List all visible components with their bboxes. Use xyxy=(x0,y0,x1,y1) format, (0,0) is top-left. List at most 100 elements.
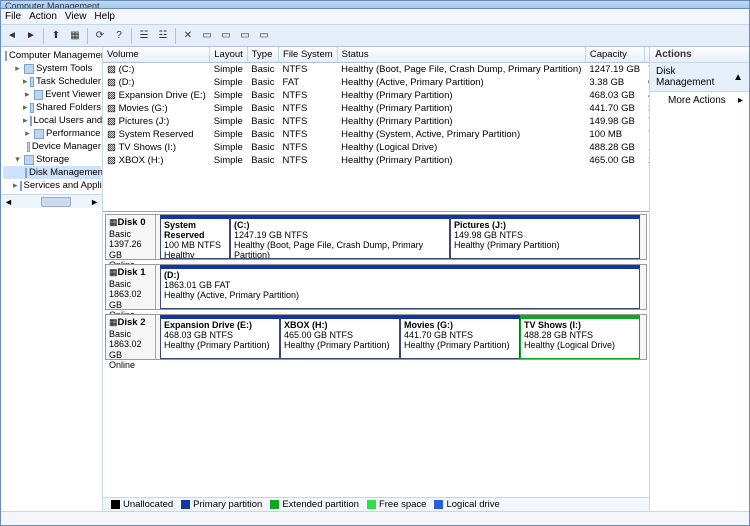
refresh-icon[interactable]: ⟳ xyxy=(91,27,109,45)
help-icon[interactable]: ? xyxy=(110,27,128,45)
tree-item[interactable]: ▸ Services and Applications xyxy=(3,179,101,192)
tree-item[interactable]: ▸Task Scheduler xyxy=(3,75,101,88)
expand-icon[interactable]: ▸ xyxy=(23,128,32,139)
legend-swatch xyxy=(434,500,443,509)
cell: Healthy (Primary Partition) xyxy=(337,89,585,102)
node-icon xyxy=(30,77,35,87)
legend-swatch xyxy=(367,500,376,509)
tree-item[interactable]: ▸Event Viewer xyxy=(3,88,101,101)
node-icon xyxy=(27,142,30,152)
table-row[interactable]: ▨ Movies (G:)SimpleBasicNTFSHealthy (Pri… xyxy=(103,102,649,115)
cell: ▨ Movies (G:) xyxy=(103,102,210,115)
column-header[interactable]: File System xyxy=(279,47,338,63)
column-header[interactable]: Layout xyxy=(210,47,248,63)
menu-help[interactable]: Help xyxy=(94,11,115,22)
cell: Healthy (Boot, Page File, Crash Dump, Pr… xyxy=(337,63,585,77)
disk-d-icon[interactable]: ▭ xyxy=(255,27,273,45)
expand-icon[interactable]: ▸ xyxy=(23,76,28,87)
tree-item[interactable]: ▸Local Users and Groups xyxy=(3,114,101,127)
collapse-icon[interactable]: ▲ xyxy=(733,72,743,83)
cell: 488.28 GB xyxy=(585,141,644,154)
tree-item[interactable]: Computer Management (Local) xyxy=(3,49,101,62)
cell: Basic xyxy=(247,128,278,141)
tree-item[interactable]: ▾Storage xyxy=(3,153,101,166)
menu-view[interactable]: View xyxy=(65,11,87,22)
partition[interactable]: XBOX (H:)465.00 GB NTFSHealthy (Primary … xyxy=(280,315,400,359)
legend-swatch xyxy=(270,500,279,509)
table-row[interactable]: ▨ Pictures (J:)SimpleBasicNTFSHealthy (P… xyxy=(103,115,649,128)
disk-row[interactable]: ▦Disk 1Basic1863.02 GBOnline(D:)1863.01 … xyxy=(105,264,647,310)
partition[interactable]: Pictures (J:)149.98 GB NTFSHealthy (Prim… xyxy=(450,215,640,259)
disk-row[interactable]: ▦Disk 0Basic1397.26 GBOnlineSystem Reser… xyxy=(105,214,647,260)
disk-icon: ▦ xyxy=(109,217,118,227)
table-row[interactable]: ▨ Expansion Drive (E:)SimpleBasicNTFSHea… xyxy=(103,89,649,102)
settings-icon[interactable]: ☳ xyxy=(154,27,172,45)
expand-icon[interactable]: ▾ xyxy=(13,154,22,165)
tree-item[interactable]: Disk Management xyxy=(3,166,101,179)
partition[interactable]: (D:)1863.01 GB FATHealthy (Active, Prima… xyxy=(160,265,640,309)
legend-item: Unallocated xyxy=(111,499,173,510)
table-row[interactable]: ▨ (C:)SimpleBasicNTFSHealthy (Boot, Page… xyxy=(103,63,649,77)
tree-label: Services and Applications xyxy=(24,180,103,191)
props-icon[interactable]: ▦ xyxy=(66,27,84,45)
up-icon[interactable]: ⬆ xyxy=(47,27,65,45)
disk-icon: ▦ xyxy=(109,267,118,277)
partition[interactable]: Expansion Drive (E:)468.03 GB NTFSHealth… xyxy=(160,315,280,359)
disk-b-icon[interactable]: ▭ xyxy=(217,27,235,45)
list-icon[interactable]: ☱ xyxy=(135,27,153,45)
disk-a-icon[interactable]: ▭ xyxy=(198,27,216,45)
cell: 1247.19 GB xyxy=(585,63,644,77)
table-row[interactable]: ▨ (D:)SimpleBasicFATHealthy (Active, Pri… xyxy=(103,76,649,89)
table-row[interactable]: ▨ XBOX (H:)SimpleBasicNTFSHealthy (Prima… xyxy=(103,154,649,167)
table-row[interactable]: ▨ System ReservedSimpleBasicNTFSHealthy … xyxy=(103,128,649,141)
main-area: Computer Management (Local)▸System Tools… xyxy=(1,47,749,511)
tree-hscroll[interactable]: ◄► xyxy=(1,194,102,208)
sep xyxy=(131,28,132,44)
statusbar xyxy=(1,511,749,525)
column-header[interactable]: Status xyxy=(337,47,585,63)
tree-item[interactable]: ▸Shared Folders xyxy=(3,101,101,114)
cell: ▨ Expansion Drive (E:) xyxy=(103,89,210,102)
node-icon xyxy=(25,168,27,178)
back-icon[interactable]: ◄ xyxy=(3,27,21,45)
tree-item[interactable]: Device Manager xyxy=(3,140,101,153)
menu-action[interactable]: Action xyxy=(29,11,57,22)
tree-item[interactable]: ▸ Performance xyxy=(3,127,101,140)
expand-icon[interactable]: ▸ xyxy=(23,115,28,126)
node-icon xyxy=(20,181,22,191)
volume-icon: ▨ xyxy=(107,103,116,114)
tree-item[interactable]: ▸System Tools xyxy=(3,62,101,75)
expand-icon[interactable]: ▸ xyxy=(23,89,32,100)
partition[interactable]: TV Shows (I:)488.28 GB NTFSHealthy (Logi… xyxy=(520,315,640,359)
cell: 100 MB xyxy=(585,128,644,141)
expand-icon[interactable]: ▸ xyxy=(13,63,22,74)
cell: Basic xyxy=(247,89,278,102)
expand-icon[interactable]: ▸ xyxy=(13,180,18,191)
partition[interactable]: System Reserved100 MB NTFSHealthy (Syste… xyxy=(160,215,230,259)
disk-row[interactable]: ▦Disk 2Basic1863.02 GBOnlineExpansion Dr… xyxy=(105,314,647,360)
menu-file[interactable]: File xyxy=(5,11,21,22)
legend-item: Logical drive xyxy=(434,499,499,510)
disk-header: ▦Disk 1Basic1863.02 GBOnline xyxy=(106,265,156,309)
chevron-right-icon: ▸ xyxy=(738,95,743,106)
cell: Simple xyxy=(210,89,248,102)
delete-icon[interactable]: ✕ xyxy=(179,27,197,45)
legend: UnallocatedPrimary partitionExtended par… xyxy=(103,497,649,511)
cell: Healthy (System, Active, Primary Partiti… xyxy=(337,128,585,141)
forward-icon[interactable]: ► xyxy=(22,27,40,45)
node-icon xyxy=(30,103,35,113)
actions-section[interactable]: Disk Management ▲ xyxy=(650,63,749,92)
actions-more[interactable]: More Actions ▸ xyxy=(650,92,749,109)
disk-c-icon[interactable]: ▭ xyxy=(236,27,254,45)
column-header[interactable]: Volume xyxy=(103,47,210,63)
column-header[interactable]: Type xyxy=(247,47,278,63)
partition[interactable]: Movies (G:)441.70 GB NTFSHealthy (Primar… xyxy=(400,315,520,359)
expand-icon[interactable]: ▸ xyxy=(23,102,28,113)
column-header[interactable]: Capacity xyxy=(585,47,644,63)
table-row[interactable]: ▨ TV Shows (I:)SimpleBasicNTFSHealthy (L… xyxy=(103,141,649,154)
window-titlebar: Computer Management xyxy=(1,1,749,9)
tree-label: Performance xyxy=(46,128,100,139)
cell: Basic xyxy=(247,76,278,89)
cell: Basic xyxy=(247,102,278,115)
partition[interactable]: (C:)1247.19 GB NTFSHealthy (Boot, Page F… xyxy=(230,215,450,259)
